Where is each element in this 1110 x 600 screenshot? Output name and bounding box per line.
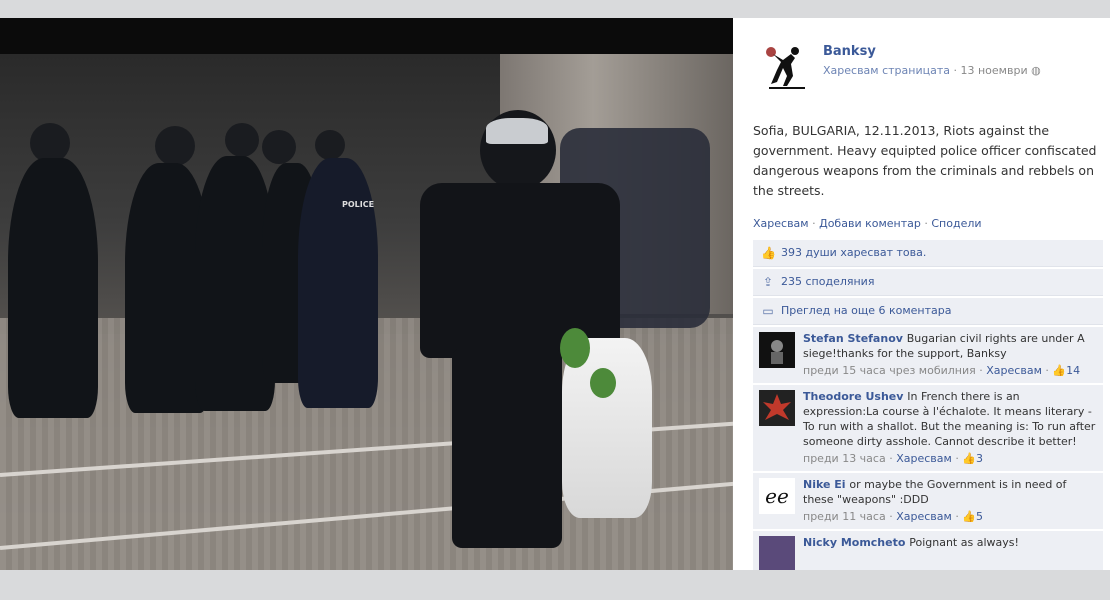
comment-like-link[interactable]: Харесвам — [986, 364, 1042, 377]
comment-item: ee Nike Ei or maybe the Government is in… — [753, 473, 1103, 529]
comment-text: Poignant as always! — [909, 536, 1019, 549]
like-page-link[interactable]: Харесвам страницата — [823, 64, 950, 77]
officer-helmet — [155, 126, 195, 166]
comment-time[interactable]: преди 11 часа — [803, 510, 886, 523]
officer-helmet — [30, 123, 70, 163]
commenter-avatar[interactable]: ee — [759, 478, 795, 514]
banksy-avatar[interactable] — [761, 42, 811, 92]
thumbs-up-icon: 👍 — [962, 510, 977, 523]
comment-meta: преди 13 часа · Харесвам · 👍3 — [803, 452, 984, 465]
facebook-panel: Banksy Харесвам страницата · 13 ноември … — [733, 18, 1110, 570]
meta-separator: · — [953, 64, 958, 77]
likes-count[interactable]: 393 души харесват това. — [781, 246, 926, 259]
page-name-link[interactable]: Banksy — [823, 44, 876, 59]
post-actions: Харесвам · Добави коментар · Сподели — [753, 217, 982, 230]
globe-icon: ◍ — [1031, 64, 1041, 77]
background-officer: POLICE — [298, 158, 378, 408]
comment-item: Stefan Stefanov Bugarian civil rights ar… — [753, 327, 1103, 383]
comment-like-link[interactable]: Харесвам — [896, 452, 952, 465]
comment-time[interactable]: преди 15 часа чрез мобилния — [803, 364, 976, 377]
more-comments-row[interactable]: ▭ Преглед на още 6 коментара — [753, 298, 1103, 325]
avatar-lettering: ee — [765, 484, 789, 508]
main-officer-legs — [452, 348, 562, 548]
comment-meta: преди 15 часа чрез мобилния · Харесвам ·… — [803, 364, 1081, 377]
thumbs-up-icon: 👍 — [1052, 364, 1067, 377]
officer-head — [315, 130, 345, 160]
commenter-avatar[interactable] — [759, 390, 795, 426]
share-icon: ⇪ — [762, 275, 774, 289]
more-comments-link[interactable]: Преглед на още 6 коментара — [781, 304, 951, 317]
shares-row[interactable]: ⇪ 235 споделяния — [753, 269, 1103, 296]
red-hand-icon — [763, 394, 791, 420]
like-link[interactable]: Харесвам — [753, 217, 809, 230]
comment-bubble-icon: ▭ — [762, 304, 774, 318]
post-meta: Харесвам страницата · 13 ноември ◍ — [823, 64, 1041, 77]
dark-figure-icon — [771, 340, 783, 364]
commenter-name[interactable]: Nike Ei — [803, 478, 846, 491]
commenter-name[interactable]: Nicky Momcheto — [803, 536, 905, 549]
commenter-avatar[interactable] — [759, 332, 795, 368]
comment-item: Nicky Momcheto Poignant as always! — [753, 531, 1103, 570]
thumbs-up-icon: 👍 — [761, 246, 776, 260]
comment-item: Theodore Ushev In French there is an exp… — [753, 385, 1103, 471]
flower-thrower-icon — [766, 47, 805, 89]
likes-row[interactable]: 👍 393 души харесват това. — [753, 240, 1103, 267]
flower-bouquet — [560, 328, 590, 368]
commenter-name[interactable]: Theodore Ushev — [803, 390, 903, 403]
background-officer — [8, 158, 98, 418]
action-separator: · — [924, 217, 928, 230]
post-frame: POLICE Banksy Харесвам страницата · 13 н… — [0, 18, 1110, 570]
shares-count[interactable]: 235 споделяния — [781, 275, 874, 288]
comment-like-count[interactable]: 14 — [1066, 364, 1080, 377]
share-link[interactable]: Сподели — [931, 217, 981, 230]
commenter-name[interactable]: Stefan Stefanov — [803, 332, 903, 345]
comment-like-count[interactable]: 5 — [976, 510, 983, 523]
post-date[interactable]: 13 ноември — [961, 64, 1028, 77]
officer-helmet — [262, 130, 296, 164]
comment-like-count[interactable]: 3 — [976, 452, 983, 465]
comment-meta: преди 11 часа · Харесвам · 👍5 — [803, 510, 984, 523]
add-comment-link[interactable]: Добави коментар — [819, 217, 921, 230]
post-text: Sofia, BULGARIA, 12.11.2013, Riots again… — [753, 123, 1097, 198]
officer-head — [225, 123, 259, 157]
helmet-visor — [486, 118, 548, 144]
action-separator: · — [812, 217, 816, 230]
post-photo[interactable]: POLICE — [0, 18, 733, 570]
commenter-avatar[interactable] — [759, 536, 795, 570]
police-label: POLICE — [342, 200, 375, 209]
comment-like-link[interactable]: Харесвам — [896, 510, 952, 523]
main-officer-body — [420, 183, 620, 358]
post-header: Banksy Харесвам страницата · 13 ноември … — [761, 42, 1101, 102]
comment-time[interactable]: преди 13 часа — [803, 452, 886, 465]
ufi-block: 👍 393 души харесват това. ⇪ 235 споделян… — [753, 240, 1103, 570]
flower-bouquet — [590, 368, 616, 398]
thumbs-up-icon: 👍 — [962, 452, 977, 465]
